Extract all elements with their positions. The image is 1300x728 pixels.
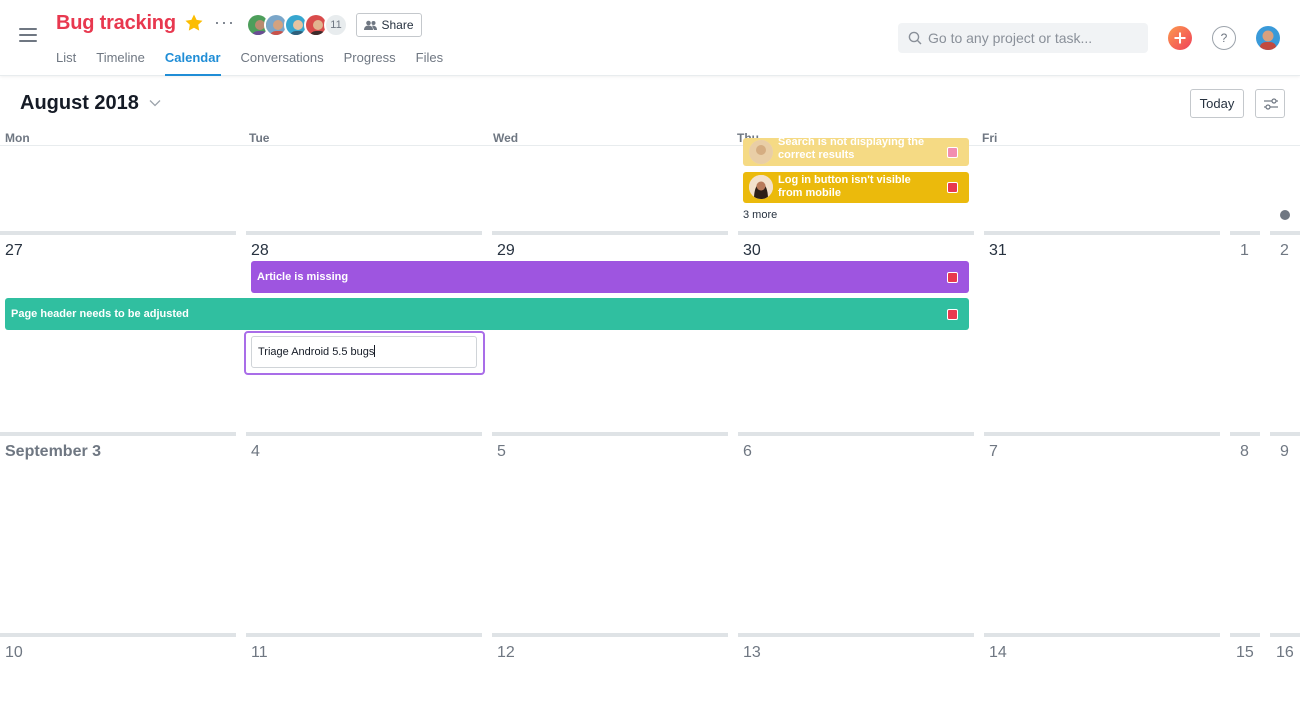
more-options-icon[interactable]: ··· [214, 12, 235, 33]
task-article-missing[interactable]: Article is missing [251, 261, 969, 293]
day-number[interactable]: 29 [497, 242, 515, 260]
tab-list[interactable]: List [56, 49, 76, 76]
assignee-avatar [749, 175, 773, 199]
day-number[interactable]: 9 [1280, 443, 1289, 461]
day-number[interactable]: 31 [989, 242, 1007, 260]
week-divider [0, 231, 236, 235]
weekday-fri: Fri [982, 131, 998, 145]
day-number[interactable]: 27 [5, 242, 23, 260]
search-input[interactable]: Go to any project or task... [898, 23, 1148, 53]
tag-square-icon [947, 146, 958, 158]
day-number[interactable]: 11 [251, 644, 268, 662]
day-number[interactable]: 10 [5, 644, 23, 662]
menu-icon[interactable] [19, 28, 37, 42]
day-number[interactable]: 14 [989, 644, 1007, 662]
week-divider [738, 633, 974, 637]
member-count[interactable]: 11 [324, 13, 348, 37]
week-divider [0, 633, 236, 637]
day-number[interactable]: 4 [251, 443, 260, 461]
weekday-tue: Tue [249, 131, 270, 145]
week-divider [492, 432, 728, 436]
task-title: Article is missing [257, 271, 349, 283]
assignee-avatar [749, 140, 773, 164]
search-icon [908, 31, 922, 45]
help-button[interactable]: ? [1212, 26, 1236, 50]
day-number[interactable]: 6 [743, 443, 752, 461]
day-number[interactable]: 13 [743, 644, 761, 662]
day-number[interactable]: 16 [1276, 644, 1294, 662]
filter-button[interactable] [1255, 89, 1285, 118]
task-page-header[interactable]: Page header needs to be adjusted [5, 298, 969, 330]
quick-add-button[interactable] [1168, 26, 1192, 50]
chevron-down-icon[interactable] [149, 98, 161, 108]
month-label[interactable]: August 2018 [20, 92, 139, 115]
week-divider [1230, 633, 1260, 637]
day-number[interactable]: 12 [497, 644, 515, 662]
status-dot [1280, 210, 1290, 220]
week-divider [738, 231, 974, 235]
week-divider [1270, 633, 1300, 637]
star-icon[interactable] [184, 13, 204, 33]
day-number[interactable]: 15 [1236, 644, 1254, 662]
task-title: Log in button isn't visible from mobile [778, 174, 911, 199]
week-divider [246, 231, 482, 235]
day-number[interactable]: September 3 [5, 443, 101, 461]
week-divider [492, 633, 728, 637]
tab-progress[interactable]: Progress [344, 49, 396, 76]
week-divider [984, 633, 1220, 637]
week-divider [1270, 231, 1300, 235]
search-placeholder: Go to any project or task... [928, 30, 1093, 46]
day-number[interactable]: 2 [1280, 242, 1289, 260]
week-divider [1230, 432, 1260, 436]
task-search-results[interactable]: Search is not displaying the correct res… [743, 138, 969, 166]
task-title: Page header needs to be adjusted [11, 308, 189, 320]
week-divider [1270, 432, 1300, 436]
weekday-divider [0, 145, 1300, 146]
tag-square-icon [947, 271, 958, 283]
day-number[interactable]: 1 [1240, 242, 1249, 260]
week-divider [984, 432, 1220, 436]
week-divider [246, 633, 482, 637]
share-label: Share [381, 18, 414, 32]
task-title: Search is not displaying the correct res… [778, 138, 925, 161]
people-icon [364, 20, 378, 30]
tab-timeline[interactable]: Timeline [96, 49, 145, 76]
tag-square-icon [947, 308, 958, 320]
day-number[interactable]: 5 [497, 443, 506, 461]
tab-calendar[interactable]: Calendar [164, 49, 221, 76]
tab-conversations[interactable]: Conversations [241, 49, 324, 76]
settings-sliders-icon [1264, 98, 1278, 110]
weekday-wed: Wed [493, 131, 519, 145]
new-task-value: Triage Android 5.5 bugs [258, 346, 375, 358]
week-divider [984, 231, 1220, 235]
project-title[interactable]: Bug tracking [56, 12, 176, 35]
day-number[interactable]: 28 [251, 242, 269, 260]
week-divider [0, 432, 236, 436]
week-divider [738, 432, 974, 436]
share-button[interactable]: Share [356, 13, 422, 37]
new-task-input[interactable]: Triage Android 5.5 bugs [251, 336, 477, 368]
project-tabs: List Timeline Calendar Conversations Pro… [56, 49, 463, 76]
top-bar: Bug tracking ··· 11 Share List Timeline … [0, 0, 1300, 76]
more-tasks-link[interactable]: 3 more [743, 209, 777, 221]
text-caret [374, 345, 376, 357]
task-login-button[interactable]: Log in button isn't visible from mobile [743, 172, 969, 203]
week-divider [1230, 231, 1260, 235]
day-number[interactable]: 8 [1240, 443, 1249, 461]
today-button[interactable]: Today [1190, 89, 1244, 118]
tag-square-icon [947, 182, 958, 193]
plus-icon [1174, 32, 1186, 44]
week-divider [246, 432, 482, 436]
user-avatar[interactable] [1256, 26, 1280, 50]
day-number[interactable]: 30 [743, 242, 761, 260]
day-number[interactable]: 7 [989, 443, 998, 461]
weekday-mon: Mon [5, 131, 30, 145]
week-divider [492, 231, 728, 235]
tab-files[interactable]: Files [416, 49, 443, 76]
